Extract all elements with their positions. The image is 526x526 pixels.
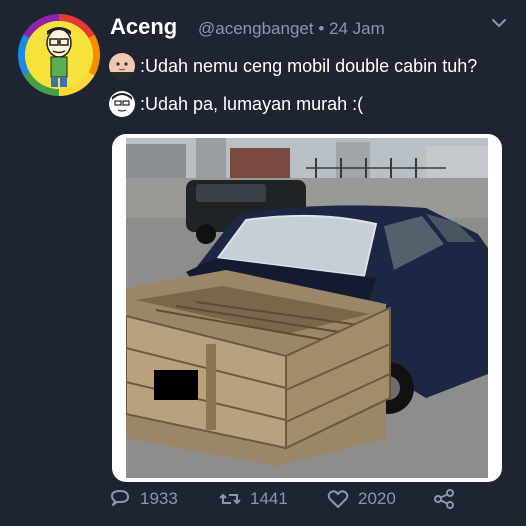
cartoon-face-icon [108,90,136,118]
tweet-meta: @acengbanget • 24 Jam [198,19,385,39]
tweet-line-text: :Udah nemu ceng mobil double cabin tuh? [140,55,478,76]
car-photo [126,138,488,478]
tweet-media[interactable] [112,134,502,482]
tweet-time[interactable]: 24 Jam [329,19,385,38]
reply-count: 1933 [140,489,178,508]
like-button[interactable]: 2020 [326,484,396,514]
heart-icon [327,490,349,508]
retweet-count: 1441 [250,489,288,508]
meta-separator: • [318,19,325,38]
reply-button[interactable]: 1933 [108,484,178,514]
avatar-cartoon-icon [25,21,93,89]
author-avatar[interactable] [18,14,100,96]
tweet-line-text: :Udah pa, lumayan murah :( [140,93,364,114]
tweet-line-2: :Udah pa, lumayan murah :( [108,90,363,118]
share-button[interactable] [432,484,456,514]
reply-icon [111,490,129,506]
retweet-icon [219,493,241,505]
tweet-line-1: :Udah nemu ceng mobil double cabin tuh? [108,52,477,80]
like-count: 2020 [358,489,396,508]
tweet-actions: 1933 1441 2020 [0,484,526,514]
share-icon [434,489,454,509]
chevron-down-icon[interactable] [490,14,508,32]
author-name[interactable]: Aceng [110,14,177,40]
retweet-button[interactable]: 1441 [218,484,288,514]
author-handle[interactable]: @acengbanget [198,19,314,38]
baby-face-icon [108,52,136,80]
